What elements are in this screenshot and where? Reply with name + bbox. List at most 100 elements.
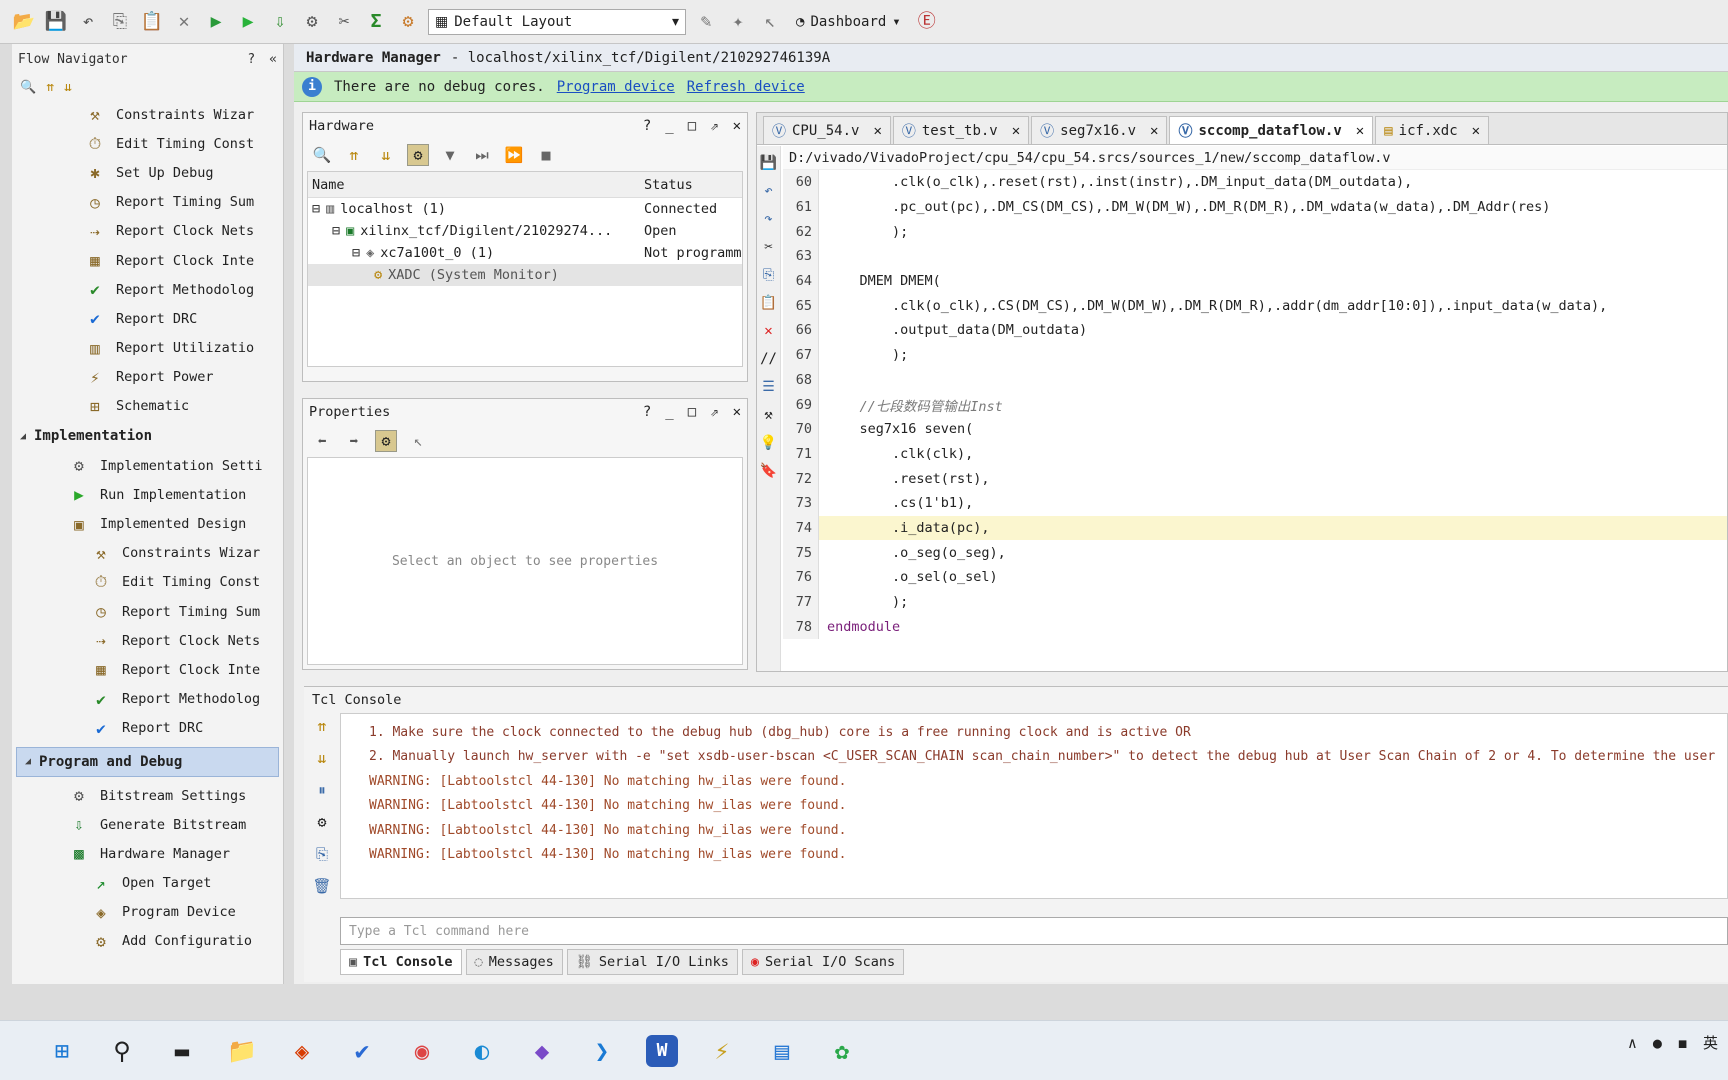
chrome-icon[interactable]: ◉ [406, 1035, 438, 1067]
code-line[interactable]: 74 .i_data(pc), [783, 515, 1727, 541]
nav-item[interactable]: ▦ Report Clock Inte [12, 655, 283, 684]
vscode-icon[interactable]: ❯ [586, 1035, 618, 1067]
todo-icon[interactable]: ✔ [346, 1035, 378, 1067]
nav-item[interactable]: ✔ Report DRC [12, 714, 283, 743]
collapse-all-icon[interactable]: ⇈ [311, 715, 333, 737]
close-tab-icon[interactable]: ✕ [873, 123, 881, 139]
expand-all-icon[interactable]: ⇊ [311, 747, 333, 769]
vivado-icon[interactable]: ⚡ [706, 1035, 738, 1067]
task-view-icon[interactable]: ▬ [166, 1035, 198, 1067]
nav-item[interactable]: ⏱ Edit Timing Const [12, 129, 283, 158]
settings-icon[interactable]: ⚙ [300, 10, 324, 34]
nav-item[interactable]: ⊞ Schematic [12, 392, 283, 421]
sigma-icon[interactable]: Σ [364, 10, 388, 34]
minimize-icon[interactable]: _ [665, 118, 673, 134]
copy-icon[interactable]: ⎘ [108, 10, 132, 34]
dashboard-button[interactable]: ◔ Dashboard ▾ [790, 14, 907, 30]
nav-item[interactable]: ↗ Open Target [12, 869, 283, 898]
nav-item[interactable]: ▩ Hardware Manager [12, 839, 283, 868]
table-row[interactable]: ⊟ ▣ xilinx_tcf/Digilent/21029274... Open [308, 220, 742, 242]
code-line[interactable]: 68 [783, 367, 1727, 393]
collapse-all-icon[interactable]: ⇈ [46, 80, 54, 95]
bottom-tab[interactable]: ◉ Serial I/O Scans [741, 949, 905, 975]
template-icon[interactable]: ⚒ [758, 404, 780, 426]
word-icon[interactable]: W [646, 1034, 678, 1067]
code-line[interactable]: 61 .pc_out(pc),.DM_CS(DM_CS),.DM_W(DM_W)… [783, 194, 1727, 220]
windows-start-icon[interactable]: ⊞ [46, 1035, 78, 1067]
code-line[interactable]: 72 .reset(rst), [783, 466, 1727, 491]
nav-item[interactable]: ✱ Set Up Debug [12, 158, 283, 187]
pointer-icon[interactable]: ↖ [758, 10, 782, 34]
paste-icon[interactable]: 📋 [758, 292, 780, 314]
nav-item[interactable]: ⚙ Bitstream Settings [12, 781, 283, 810]
bottom-tab[interactable]: ◌ Messages [465, 949, 563, 975]
delete-icon[interactable]: ✕ [758, 320, 780, 342]
copy-icon[interactable]: ⎘ [758, 264, 780, 286]
nav-item[interactable]: ⚡ Report Power [12, 363, 283, 392]
tray-app-icon[interactable]: ● [1653, 1034, 1662, 1052]
step-icon[interactable]: ⏭ [471, 144, 493, 166]
search-icon[interactable]: 🔍 [311, 144, 333, 166]
code-line[interactable]: 65 .clk(o_clk),.CS(DM_CS),.DM_W(DM_W),.D… [783, 293, 1727, 319]
bottom-tab[interactable]: ▣ Tcl Console [340, 949, 462, 975]
wechat-icon[interactable]: ✿ [826, 1035, 858, 1067]
bookmark-icon[interactable]: 🔖 [758, 460, 780, 482]
collapse-all-icon[interactable]: ⇈ [343, 144, 365, 166]
script-icon[interactable]: ⚙ [311, 811, 333, 833]
tools-icon[interactable]: ✂ [332, 10, 356, 34]
nav-item[interactable]: ◈ Program Device [12, 898, 283, 927]
cut-icon[interactable]: ✂ [758, 236, 780, 258]
save-icon[interactable]: 💾 [44, 10, 68, 34]
nav-item[interactable]: ⚒ Constraints Wizar [12, 100, 283, 129]
open-project-icon[interactable]: 📂 [12, 10, 36, 34]
nav-item[interactable]: ▥ Report Utilizatio [12, 334, 283, 363]
code-line[interactable]: 76 .o_sel(o_sel) [783, 565, 1727, 590]
nav-item[interactable]: ▶ Run Implementation [12, 480, 283, 509]
copy-icon[interactable]: ⎘ [311, 843, 333, 865]
nav-item[interactable]: ⏱ Edit Timing Const [12, 568, 283, 597]
close-tab-icon[interactable]: ✕ [1356, 123, 1364, 139]
nav-item[interactable]: ⇢ Report Clock Nets [12, 217, 283, 246]
pause-icon[interactable]: ⏸ [311, 779, 333, 801]
section-implementation[interactable]: ◢ Implementation [12, 421, 283, 451]
code-line[interactable]: 63 [783, 244, 1727, 269]
maximize-icon[interactable]: □ [688, 404, 696, 420]
chevron-up-icon[interactable]: ∧ [1628, 1034, 1637, 1052]
close-icon[interactable]: ✕ [733, 404, 741, 420]
help-icon[interactable]: ? [643, 118, 651, 134]
generate-icon[interactable]: ⇩ [268, 10, 292, 34]
bottom-tab[interactable]: ⛓ Serial I/O Links [566, 949, 738, 975]
help-icon[interactable]: Ⓔ [915, 10, 939, 34]
refresh-device-link[interactable]: Refresh device [687, 79, 805, 95]
section-program-debug[interactable]: ◢ Program and Debug [16, 746, 279, 777]
minimize-icon[interactable]: _ [665, 404, 673, 420]
office-icon[interactable]: ◈ [286, 1035, 318, 1067]
editor-tab[interactable]: ▤ icf.xdc ✕ [1375, 116, 1490, 144]
close-icon[interactable]: ✕ [733, 118, 741, 134]
auto-connect-icon[interactable]: ⚙ [407, 144, 429, 166]
maximize-icon[interactable]: □ [688, 118, 696, 134]
edge-icon[interactable]: ◐ [466, 1035, 498, 1067]
program-icon[interactable]: ▼ [439, 144, 461, 166]
nav-item[interactable]: ⚙ Implementation Setti [12, 451, 283, 480]
code-line[interactable]: 75 .o_seg(o_seg), [783, 540, 1727, 565]
delete-icon[interactable]: ✕ [172, 10, 196, 34]
tcl-command-input[interactable]: Type a Tcl command here [340, 917, 1728, 945]
close-tab-icon[interactable]: ✕ [1150, 123, 1158, 139]
code-line[interactable]: 78 endmodule [783, 614, 1727, 640]
collapse-button[interactable]: « [269, 52, 277, 67]
sync-icon[interactable]: ⚙ [375, 430, 397, 452]
code-line[interactable]: 62 ); [783, 219, 1727, 245]
trash-icon[interactable]: 🗑 [311, 875, 333, 897]
visual-studio-icon[interactable]: ◆ [526, 1035, 558, 1067]
bulb-icon[interactable]: 💡 [758, 432, 780, 454]
route-icon[interactable]: ✦ [726, 10, 750, 34]
collapse-icon[interactable]: ⊟ [312, 201, 320, 217]
code-line[interactable]: 70 seg7x16 seven( [783, 416, 1727, 442]
undo-icon[interactable]: ↶ [76, 10, 100, 34]
pin-icon[interactable]: ✎ [694, 10, 718, 34]
code-line[interactable]: 67 ); [783, 342, 1727, 368]
code-line[interactable]: 64 DMEM DMEM( [783, 268, 1727, 294]
search-icon[interactable]: ⚲ [106, 1035, 138, 1067]
code-area[interactable]: 60 .clk(o_clk),.reset(rst),.inst(instr),… [783, 170, 1727, 671]
